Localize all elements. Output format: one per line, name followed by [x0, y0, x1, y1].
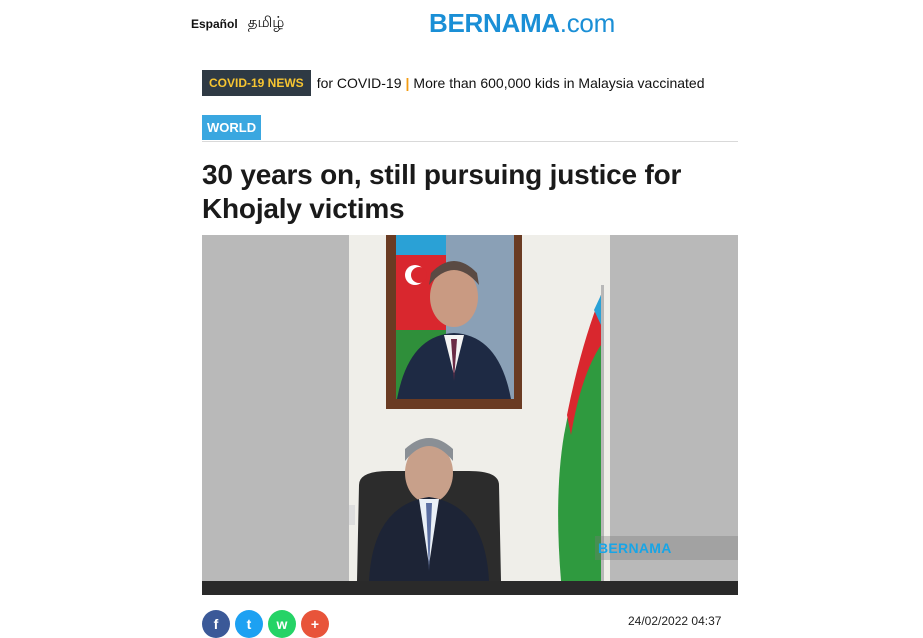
ticker-text: for COVID-19 | More than 600,000 kids in M…	[317, 75, 705, 91]
image-caption-bar	[202, 581, 738, 595]
ambassador-photo	[349, 235, 610, 581]
ticker-separator: |	[405, 75, 410, 91]
bernama-watermark: BERNAMA	[595, 536, 738, 560]
section-header: WORLD	[202, 115, 738, 142]
site-logo[interactable]: BERNAMA.com	[429, 8, 615, 39]
article-hero-image: BERNAMA	[202, 235, 738, 581]
language-links: Español தமிழ்	[191, 14, 284, 33]
article-headline: 30 years on, still pursuing justice for …	[202, 159, 682, 224]
photo-illustration	[349, 235, 610, 581]
article-date: 24/02/2022 04:37	[628, 614, 722, 628]
logo-tld: .com	[559, 8, 615, 38]
whatsapp-share-icon[interactable]: w	[268, 610, 296, 638]
ticker-item[interactable]: More than 600,000 kids in Malaysia vacci…	[413, 75, 704, 91]
ticker-label[interactable]: COVID-19 NEWS	[202, 70, 311, 96]
lang-espanol-link[interactable]: Español	[191, 17, 238, 31]
facebook-share-icon[interactable]: f	[202, 610, 230, 638]
share-buttons: f t w +	[202, 610, 329, 638]
ticker-item[interactable]: for COVID-19	[317, 75, 402, 91]
twitter-share-icon[interactable]: t	[235, 610, 263, 638]
more-share-icon[interactable]: +	[301, 610, 329, 638]
news-ticker: COVID-19 NEWS for COVID-19 | More than 600…	[202, 70, 738, 96]
logo-name: BERNAMA	[429, 8, 560, 38]
lang-tamil-link[interactable]: தமிழ்	[248, 14, 285, 33]
category-tag[interactable]: WORLD	[202, 115, 262, 140]
